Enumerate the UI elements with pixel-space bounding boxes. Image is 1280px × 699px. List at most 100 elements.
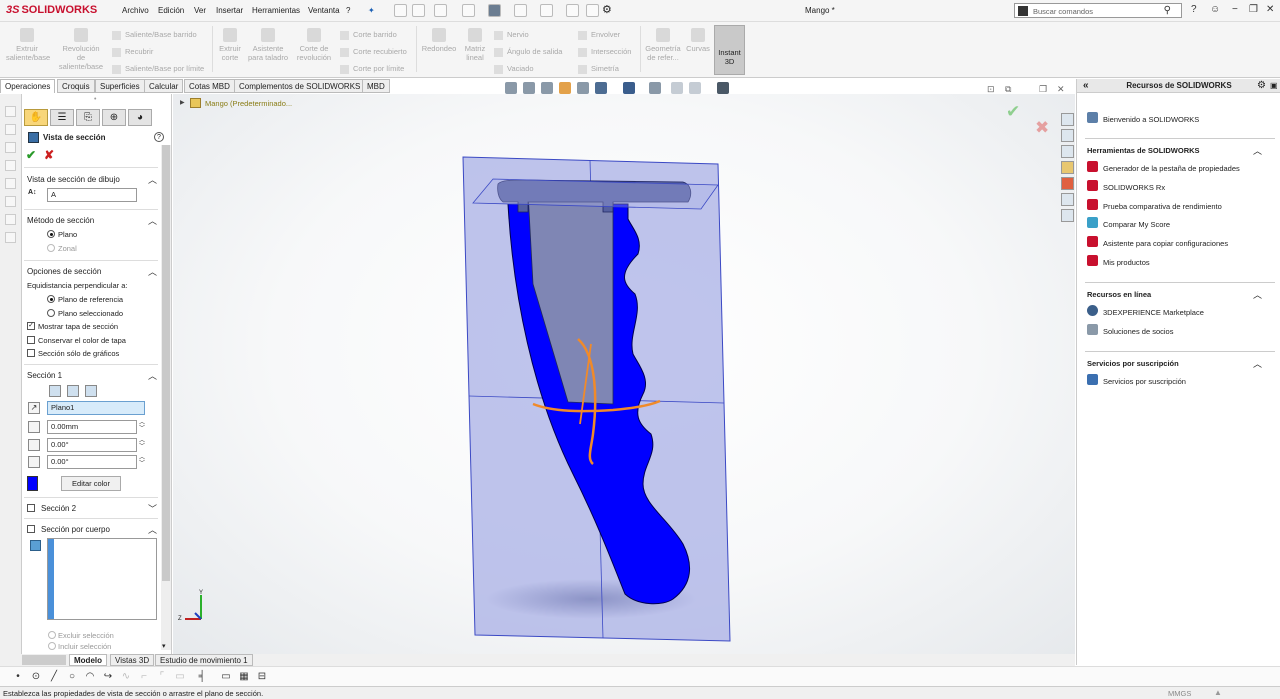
recubrir-button[interactable]: Recubrir bbox=[112, 47, 153, 57]
dimxpert-tab-icon[interactable]: ⊕ bbox=[102, 109, 126, 126]
herramientas-item[interactable]: Prueba comparativa de rendimiento bbox=[1103, 202, 1222, 211]
ok-check-icon[interactable]: ✔ bbox=[26, 148, 36, 162]
dynamic-annotation-icon[interactable] bbox=[577, 82, 589, 94]
search-commands-input[interactable]: Buscar comandos ⚲ bbox=[1014, 3, 1182, 18]
recursos-item[interactable]: Soluciones de socios bbox=[1103, 327, 1173, 336]
menu-herramientas[interactable]: Herramientas bbox=[252, 6, 300, 15]
help-button[interactable]: ? bbox=[154, 132, 164, 142]
view-restore-icon[interactable]: ❐ bbox=[1039, 84, 1047, 95]
unit-dropdown-icon[interactable]: ▲ bbox=[1214, 688, 1222, 697]
offset-icon[interactable]: ▭ bbox=[174, 671, 186, 683]
herramientas-item[interactable]: Asistente para copiar configuraciones bbox=[1103, 239, 1228, 248]
pane-settings-gear-icon[interactable]: ⚙ bbox=[1257, 79, 1266, 92]
spin-arrows-icon[interactable]: ︿ ﹀ bbox=[139, 420, 145, 432]
configuration-manager-tab-icon[interactable]: ⎘ bbox=[76, 109, 100, 126]
rotation-x-input[interactable]: 0.00° bbox=[47, 438, 137, 452]
feature-icon[interactable] bbox=[5, 106, 16, 117]
scroll-down-icon[interactable]: ▾ bbox=[162, 642, 166, 650]
graphics-area[interactable] bbox=[173, 94, 1075, 654]
edit-appearance-icon[interactable] bbox=[671, 82, 683, 94]
herramientas-item[interactable]: Mis productos bbox=[1103, 258, 1150, 267]
vaciado-button[interactable]: Vaciado bbox=[494, 64, 534, 74]
tab-calcular[interactable]: Calcular bbox=[144, 79, 184, 93]
corte-recubierto-button[interactable]: Corte recubierto bbox=[340, 47, 407, 57]
tab-croquis[interactable]: Croquis bbox=[57, 79, 95, 93]
menu-archivo[interactable]: Archivo bbox=[122, 6, 149, 15]
view-palette-icon[interactable] bbox=[1061, 161, 1074, 174]
chamfer-icon[interactable]: ⌜ bbox=[156, 671, 168, 683]
checkbox-seccion-graficos[interactable] bbox=[27, 349, 35, 357]
spin-arrows-icon[interactable]: ︿ ﹀ bbox=[139, 455, 145, 467]
redondeo-button[interactable]: Redondeo bbox=[420, 28, 458, 53]
display-style-icon[interactable] bbox=[623, 82, 635, 94]
checkbox-conservar-color[interactable] bbox=[27, 336, 35, 344]
chevron-up-icon[interactable]: ︿ bbox=[1253, 288, 1262, 301]
tab-mbd[interactable]: MBD bbox=[362, 79, 390, 93]
menu-ver[interactable]: Ver bbox=[194, 6, 206, 15]
trim-icon[interactable]: ╡ bbox=[196, 671, 208, 683]
curvas-button[interactable]: Curvas bbox=[684, 28, 712, 53]
restore-button[interactable]: ❐ bbox=[1249, 4, 1258, 15]
pane-pin-icon[interactable]: ▣ bbox=[1270, 79, 1278, 92]
view-close-icon[interactable]: ✕ bbox=[1057, 84, 1065, 95]
collapse-grip-icon[interactable]: • bbox=[94, 96, 96, 103]
tab-estudio-movimiento[interactable]: Estudio de movimiento 1 bbox=[155, 654, 253, 666]
menu-edicion[interactable]: Edición bbox=[158, 6, 184, 15]
matriz-lineal-button[interactable]: Matriz lineal bbox=[460, 28, 490, 62]
rebuild-icon[interactable] bbox=[566, 4, 579, 17]
confirm-corner-check-icon[interactable]: ✔ bbox=[1006, 102, 1020, 122]
instant-3d-button[interactable]: Instant 3D bbox=[714, 25, 745, 75]
nervio-button[interactable]: Nervio bbox=[494, 30, 529, 40]
search-scope-icon[interactable] bbox=[1018, 6, 1028, 16]
point-circle-icon[interactable]: ⊙ bbox=[30, 671, 42, 683]
chevron-up-icon[interactable]: ︿ bbox=[148, 173, 157, 186]
zoom-area-icon[interactable] bbox=[523, 82, 535, 94]
menu-insertar[interactable]: Insertar bbox=[216, 6, 243, 15]
tab-complementos[interactable]: Complementos de SOLIDWORKS bbox=[234, 79, 366, 93]
design-library-icon[interactable] bbox=[1061, 129, 1074, 142]
user-icon[interactable]: ☺ bbox=[1210, 4, 1220, 15]
body-selection-list[interactable] bbox=[47, 538, 157, 620]
menu-help[interactable]: ? bbox=[346, 6, 350, 15]
feature-icon[interactable] bbox=[5, 142, 16, 153]
home-resources-icon[interactable] bbox=[1061, 113, 1074, 126]
save-icon[interactable] bbox=[462, 4, 475, 17]
plane-right-icon[interactable] bbox=[85, 385, 97, 397]
section-label-input[interactable]: A bbox=[47, 188, 137, 202]
mirror-entities-icon[interactable]: ⊟ bbox=[256, 671, 268, 683]
chevron-up-icon[interactable]: ︿ bbox=[1253, 144, 1262, 157]
chevron-up-icon[interactable]: ︿ bbox=[148, 523, 157, 536]
forum-icon[interactable] bbox=[1061, 209, 1074, 222]
spin-arrows-icon[interactable]: ︿ ﹀ bbox=[139, 438, 145, 450]
herramientas-item[interactable]: Comparar My Score bbox=[1103, 220, 1170, 229]
tab-operaciones[interactable]: Operaciones bbox=[0, 79, 56, 93]
chevron-up-icon[interactable]: ︿ bbox=[148, 265, 157, 278]
corte-barrido-button[interactable]: Corte barrido bbox=[340, 30, 397, 40]
previous-view-icon[interactable] bbox=[541, 82, 553, 94]
dot-icon[interactable]: • bbox=[12, 671, 24, 683]
geometria-referencia-button[interactable]: Geometría de refer... bbox=[644, 28, 682, 62]
feature-tree-part[interactable]: Mango (Predeterminado... bbox=[205, 99, 292, 108]
checkbox-seccion-cuerpo[interactable] bbox=[27, 525, 35, 533]
pin-icon[interactable]: ✦ bbox=[368, 6, 375, 15]
feature-icon[interactable] bbox=[5, 124, 16, 135]
tangent-arc-icon[interactable]: ↪ bbox=[102, 671, 114, 683]
fillet-sketch-icon[interactable]: ⌐ bbox=[138, 671, 150, 683]
zoom-fit-icon[interactable] bbox=[505, 82, 517, 94]
extruir-corte-button[interactable]: Extruir corte bbox=[216, 28, 244, 62]
collapse-pane-icon[interactable]: « bbox=[1083, 79, 1089, 92]
checkbox-seccion2[interactable] bbox=[27, 504, 35, 512]
arc-icon[interactable]: ◠ bbox=[84, 671, 96, 683]
interseccion-button[interactable]: Intersección bbox=[578, 47, 631, 57]
welcome-link[interactable]: Bienvenido a SOLIDWORKS bbox=[1103, 115, 1199, 124]
plane-selection-field[interactable]: Plano1 bbox=[47, 401, 145, 415]
expand-arrow-icon[interactable]: ▶ bbox=[180, 99, 185, 106]
grid-icon[interactable]: ▦ bbox=[238, 671, 250, 683]
feature-manager-tab-icon[interactable]: ✋ bbox=[24, 109, 48, 126]
spline-icon[interactable]: ∿ bbox=[120, 671, 132, 683]
corte-revolucion-button[interactable]: Corte de revolución bbox=[294, 28, 334, 62]
checkbox-mostrar-tapa[interactable]: ✓ bbox=[27, 322, 35, 330]
simetria-button[interactable]: Simetría bbox=[578, 64, 619, 74]
radio-plano[interactable] bbox=[47, 230, 55, 238]
close-button[interactable]: ✕ bbox=[1266, 4, 1274, 15]
